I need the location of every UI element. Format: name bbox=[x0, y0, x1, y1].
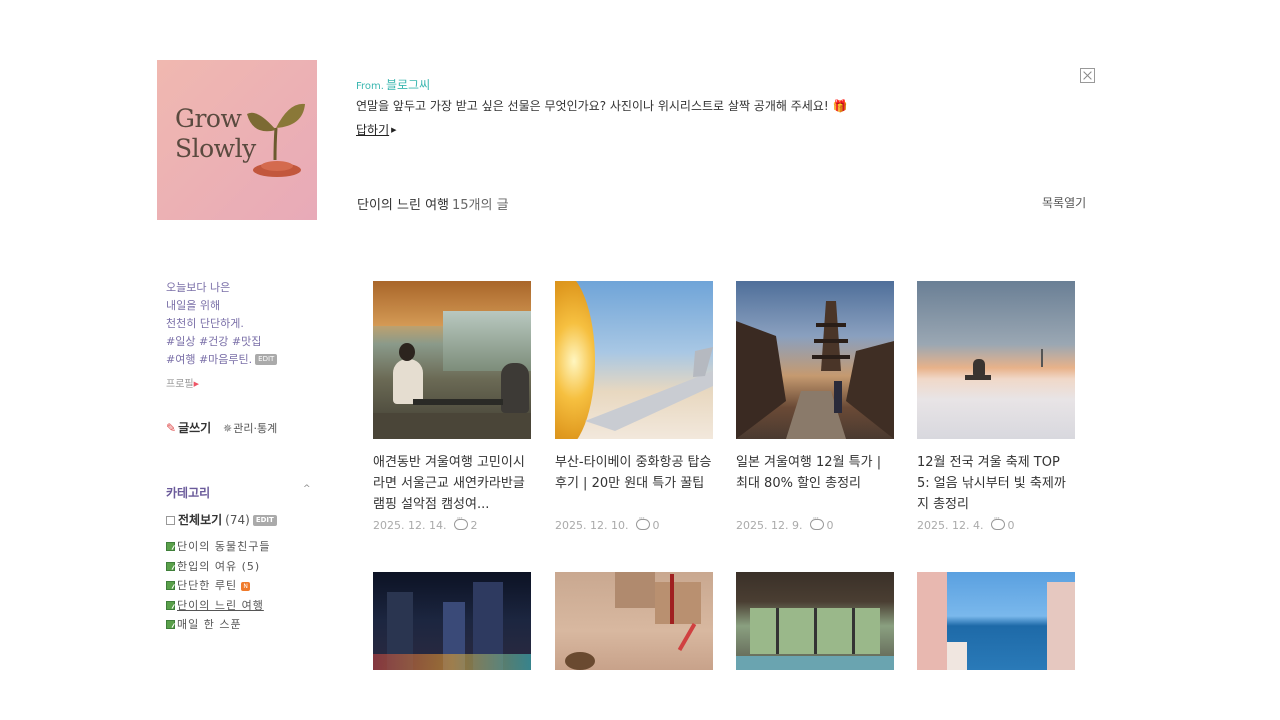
reply-link[interactable]: 답하기 ▶ bbox=[356, 121, 397, 138]
category-icon bbox=[166, 542, 175, 551]
category-item[interactable]: 한입의 여유 (5) bbox=[166, 557, 270, 577]
comment-icon bbox=[454, 514, 469, 530]
indoor-pool-photo[interactable] bbox=[736, 572, 894, 670]
list-open-button[interactable]: 목록열기 bbox=[1042, 194, 1086, 211]
post-title[interactable]: 12월 전국 겨울 축제 TOP 5: 얼음 낚시부터 빛 축제까지 총정리 bbox=[917, 452, 1075, 515]
category-item[interactable]: 단이의 동물친구들 bbox=[166, 537, 270, 557]
city-night-photo[interactable] bbox=[373, 572, 531, 670]
edit-profile-button[interactable]: EDIT bbox=[255, 354, 278, 365]
post-title[interactable]: 부산-타이베이 중화항공 탑승 후기 | 20만 원대 특가 꿀팁 bbox=[555, 452, 713, 515]
santorini-photo[interactable] bbox=[917, 572, 1075, 670]
category-icon bbox=[166, 600, 175, 610]
post-card[interactable]: 애견동반 겨울여행 고민이시라면 서울근교 새연카라반글램핑 설악점 캠성여..… bbox=[373, 281, 531, 532]
post-title[interactable]: 일본 겨울여행 12월 특가 | 최대 80% 할인 총정리 bbox=[736, 452, 894, 515]
comment-icon bbox=[636, 514, 651, 530]
category-item-active[interactable]: 단이의 느린 여행 bbox=[166, 596, 270, 616]
logo-text: Grow Slowly bbox=[175, 104, 256, 163]
profile-bio: 오늘보다 나은 내일을 위해 천천히 단단하게. #일상 #건강 #맛집 #여행… bbox=[166, 279, 278, 369]
category-all[interactable]: 전체보기 (74) EDIT bbox=[166, 511, 277, 528]
admin-stats-link[interactable]: ✵관리·통계 bbox=[223, 420, 277, 436]
post-meta: 2025. 12. 10.0 bbox=[555, 514, 713, 532]
category-list: 단이의 동물친구들 한입의 여유 (5) 단단한 루틴 N 단이의 느린 여행 매… bbox=[166, 537, 270, 635]
profile-link[interactable]: 프로필▶ bbox=[166, 375, 199, 390]
post-card[interactable]: 일본 겨울여행 12월 특가 | 최대 80% 할인 총정리 2025. 12.… bbox=[736, 281, 894, 532]
write-post-button[interactable]: ✎ 글쓰기 bbox=[166, 419, 211, 436]
post-meta: 2025. 12. 9.0 bbox=[736, 514, 894, 532]
post-meta: 2025. 12. 4.0 bbox=[917, 514, 1075, 532]
notice-message: 연말을 앞두고 가장 받고 싶은 선물은 무엇인가요? 사진이나 위시리스트로 … bbox=[356, 99, 848, 113]
airplane-wing-photo[interactable] bbox=[555, 281, 713, 439]
triangle-right-icon: ▶ bbox=[391, 126, 397, 134]
list-icon bbox=[166, 516, 175, 525]
post-title[interactable]: 애견동반 겨울여행 고민이시라면 서울근교 새연카라반글램핑 설악점 캠성여..… bbox=[373, 452, 531, 515]
category-icon bbox=[166, 561, 175, 571]
sprout-icon bbox=[247, 103, 305, 177]
pencil-icon: ✎ bbox=[166, 421, 177, 435]
ice-fishing-photo[interactable] bbox=[917, 281, 1075, 439]
category-title: 단이의 느린 여행 15개의 글 bbox=[357, 198, 509, 213]
category-section-title: 카테고리 bbox=[166, 486, 211, 500]
blog-logo[interactable]: Grow Slowly bbox=[157, 60, 317, 220]
new-badge: N bbox=[241, 582, 251, 591]
category-item[interactable]: 단단한 루틴 N bbox=[166, 576, 270, 596]
triangle-right-icon: ▶ bbox=[193, 380, 199, 388]
comment-icon bbox=[810, 514, 825, 530]
chevron-up-icon[interactable]: ^ bbox=[303, 484, 311, 494]
close-icon[interactable] bbox=[1080, 68, 1095, 83]
notice-from: From. 블로그씨 bbox=[356, 78, 431, 92]
post-card[interactable]: 부산-타이베이 중화항공 탑승 후기 | 20만 원대 특가 꿀팁 2025. … bbox=[555, 281, 713, 532]
gear-icon: ✵ bbox=[223, 422, 233, 435]
category-item[interactable]: 매일 한 스푼 bbox=[166, 615, 270, 635]
christmas-gift-photo[interactable] bbox=[555, 572, 713, 670]
comment-icon bbox=[991, 514, 1006, 530]
category-icon bbox=[166, 620, 175, 629]
glamping-photo[interactable] bbox=[373, 281, 531, 439]
post-meta: 2025. 12. 14.2 bbox=[373, 514, 531, 532]
edit-category-button[interactable]: EDIT bbox=[252, 515, 277, 526]
kyoto-street-photo[interactable] bbox=[736, 281, 894, 439]
category-icon bbox=[166, 581, 175, 590]
post-card[interactable]: 12월 전국 겨울 축제 TOP 5: 얼음 낚시부터 빛 축제까지 총정리 2… bbox=[917, 281, 1075, 532]
